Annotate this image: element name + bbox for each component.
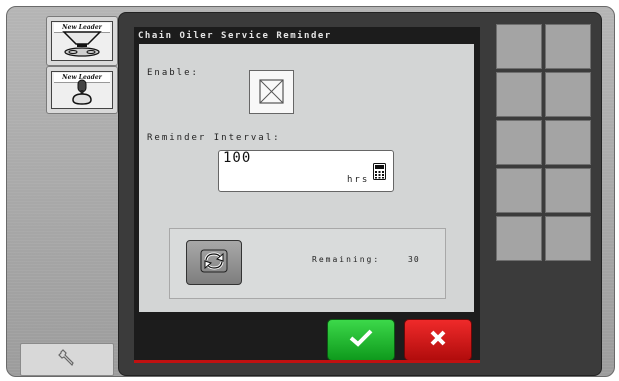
x-icon [429, 329, 447, 351]
enable-label: Enable: [147, 68, 199, 78]
remaining-value: 30 [408, 255, 420, 264]
tools-button[interactable] [20, 343, 114, 376]
softkey-slot[interactable] [496, 24, 542, 69]
spreader-icon [52, 28, 112, 58]
softkey-slot[interactable] [545, 120, 591, 165]
ok-button[interactable] [327, 319, 395, 361]
softkey-slot[interactable] [496, 120, 542, 165]
joystick-icon [52, 78, 112, 106]
enable-checkbox[interactable] [249, 70, 294, 114]
dialog-bottom-accent [134, 360, 480, 363]
refresh-icon [200, 249, 228, 277]
interval-unit: hrs [347, 175, 370, 185]
interval-label: Reminder Interval: [147, 133, 281, 143]
softkey-joystick-face: New Leader [51, 71, 113, 109]
wrench-icon [58, 348, 76, 371]
empty-checkbox-icon [259, 79, 284, 104]
calculator-icon[interactable] [373, 163, 386, 184]
checkmark-icon [349, 329, 373, 351]
dialog-title: Chain Oiler Service Reminder [138, 31, 332, 41]
softkey-slot[interactable] [496, 168, 542, 213]
remaining-label: Remaining: [312, 255, 381, 264]
softkey-joystick[interactable]: New Leader [46, 66, 118, 114]
softkey-slot[interactable] [545, 168, 591, 213]
softkey-spreader-face: New Leader [51, 21, 113, 61]
softkey-slot[interactable] [545, 216, 591, 261]
softkey-slot[interactable] [545, 72, 591, 117]
softkey-spreader[interactable]: New Leader [46, 16, 118, 66]
reset-button[interactable] [186, 240, 242, 285]
softkey-slot[interactable] [496, 72, 542, 117]
cancel-button[interactable] [404, 319, 472, 361]
interval-input[interactable]: 100 hrs [218, 150, 394, 192]
interval-value: 100 [223, 150, 252, 166]
softkey-slot[interactable] [496, 216, 542, 261]
softkey-slot[interactable] [545, 24, 591, 69]
